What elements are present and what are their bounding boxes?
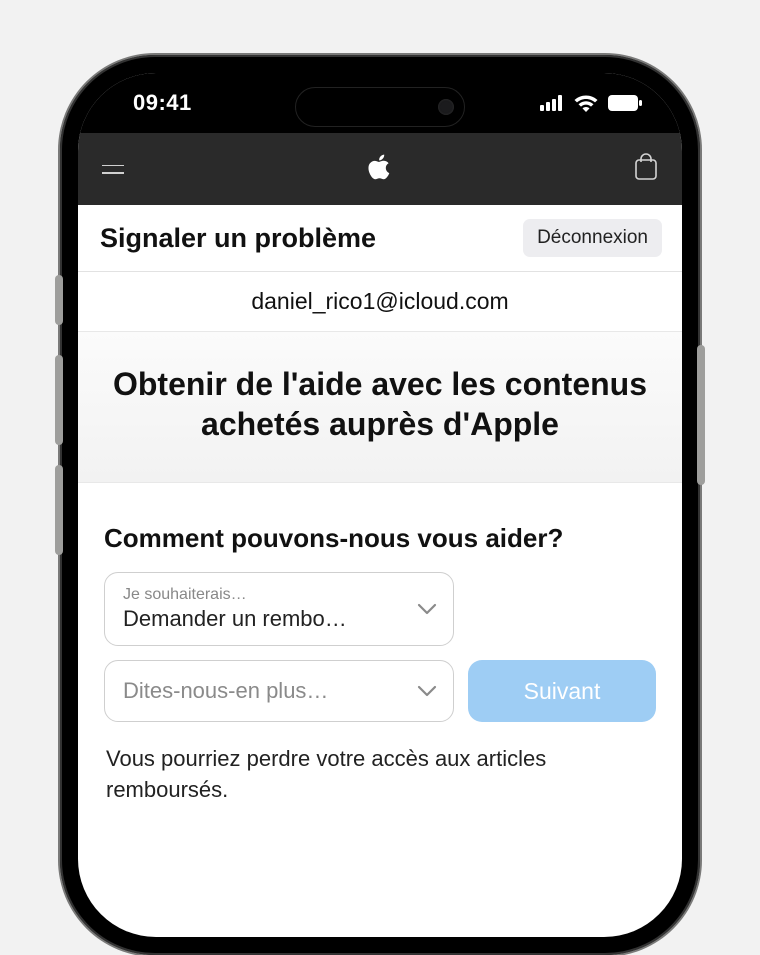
chevron-down-icon [417, 685, 437, 697]
apple-logo-icon[interactable] [366, 152, 392, 187]
form-heading: Comment pouvons-nous vous aider? [104, 523, 656, 554]
phone-frame: 09:41 [60, 55, 700, 955]
shopping-bag-icon[interactable] [634, 153, 658, 186]
side-button-mute [55, 275, 63, 325]
cellular-icon [540, 95, 564, 111]
page-header: Signaler un problème Déconnexion [78, 205, 682, 272]
select-value: Demander un rembo… [123, 606, 347, 632]
nav-bar [78, 133, 682, 205]
camera-dot [438, 99, 454, 115]
reason-select[interactable]: Dites-nous-en plus… [104, 660, 454, 722]
status-bar: 09:41 [78, 73, 682, 133]
select-placeholder: Dites-nous-en plus… [123, 678, 328, 704]
account-email: daniel_rico1@icloud.com [78, 272, 682, 332]
disclaimer-text: Vous pourriez perdre votre accès aux art… [104, 736, 656, 806]
form-section: Comment pouvons-nous vous aider? Je souh… [78, 483, 682, 806]
dynamic-island [295, 87, 465, 127]
select-label: Je souhaiterais… [123, 586, 347, 604]
hero-title: Obtenir de l'aide avec les contenus ache… [106, 364, 654, 444]
side-button-vol-down [55, 465, 63, 555]
side-button-vol-up [55, 355, 63, 445]
menu-icon[interactable] [102, 165, 124, 174]
screen: 09:41 [78, 73, 682, 937]
hero-section: Obtenir de l'aide avec les contenus ache… [78, 332, 682, 483]
request-type-select[interactable]: Je souhaiterais… Demander un rembo… [104, 572, 454, 646]
status-time: 09:41 [133, 90, 192, 116]
battery-icon [608, 95, 642, 111]
chevron-down-icon [417, 603, 437, 615]
wifi-icon [574, 94, 598, 112]
next-button[interactable]: Suivant [468, 660, 656, 722]
side-button-power [697, 345, 705, 485]
status-icons [540, 94, 642, 112]
page-title: Signaler un problème [100, 223, 376, 254]
logout-button[interactable]: Déconnexion [523, 219, 662, 257]
